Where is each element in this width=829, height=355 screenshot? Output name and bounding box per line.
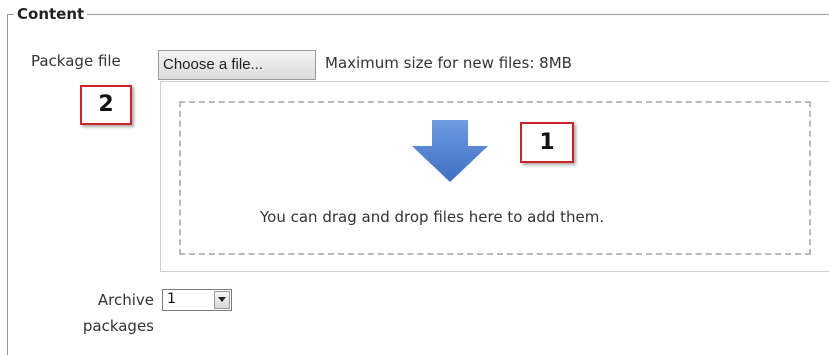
chevron-down-icon <box>218 297 226 302</box>
archive-packages-select[interactable]: 1 <box>162 289 232 311</box>
file-dropzone[interactable] <box>160 81 829 272</box>
archive-packages-label: Archive packages <box>82 291 154 335</box>
max-size-text: Maximum size for new files: 8MB <box>325 54 572 72</box>
choose-file-button[interactable]: Choose a file... <box>158 50 316 80</box>
down-arrow-icon <box>412 120 488 182</box>
select-value: 1 <box>167 291 176 307</box>
dropzone-text: You can drag and drop files here to add … <box>260 208 605 226</box>
callout-1: 1 <box>520 122 574 163</box>
dropdown-button[interactable] <box>214 291 230 309</box>
callout-2: 2 <box>80 85 132 125</box>
package-file-label: Package file <box>31 52 121 70</box>
dropzone-dashed-border <box>179 101 811 255</box>
fieldset-legend: Content <box>14 5 88 23</box>
